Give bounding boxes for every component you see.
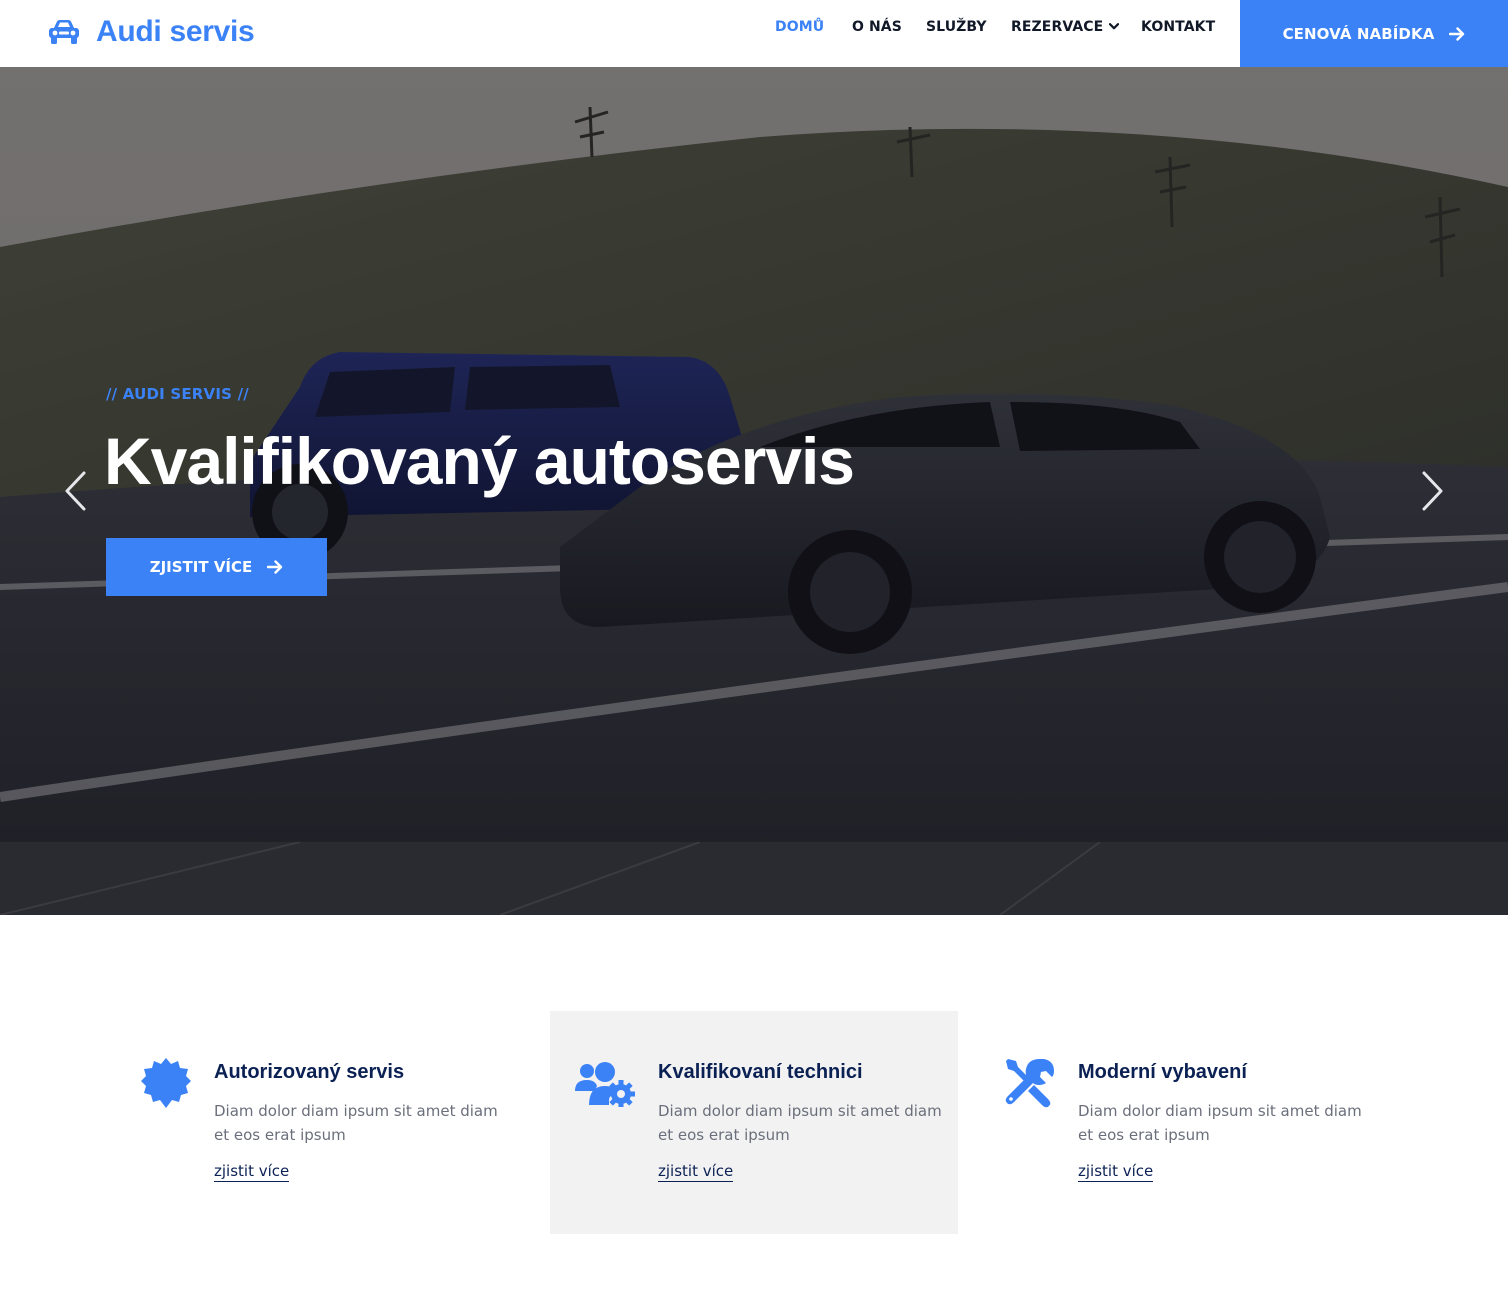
- feature-description: Diam dolor diam ipsum sit amet diam et e…: [658, 1102, 942, 1144]
- feature-card-technicians: Kvalifikovaní technici Diam dolor diam i…: [550, 1011, 958, 1234]
- hero-title: Kvalifikovaný autoservis: [104, 424, 855, 498]
- nav-item-reservation-label: REZERVACE: [1011, 19, 1104, 35]
- chevron-right-icon[interactable]: [1418, 469, 1448, 513]
- price-quote-label: CENOVÁ NABÍDKA: [1282, 24, 1435, 43]
- feature-title: Moderní vybavení: [1078, 1061, 1247, 1083]
- brand-logo-link[interactable]: Audi servis: [47, 12, 255, 52]
- chevron-left-icon[interactable]: [60, 469, 90, 513]
- arrow-right-icon: [1449, 26, 1465, 41]
- feature-description: Diam dolor diam ipsum sit amet diam et e…: [1078, 1102, 1362, 1144]
- features-section: Autorizovaný servis Diam dolor diam ipsu…: [0, 915, 1508, 1304]
- hero-kicker: // AUDI SERVIS //: [106, 385, 249, 403]
- brand-name: Audi servis: [96, 15, 255, 48]
- nav-item-reservation[interactable]: REZERVACE: [1011, 19, 1120, 35]
- feature-learn-more-link[interactable]: zjistit více: [214, 1162, 290, 1182]
- users-gear-icon: [575, 1062, 635, 1107]
- feature-description: Diam dolor diam ipsum sit amet diam et e…: [214, 1102, 498, 1144]
- car-icon: [49, 20, 79, 44]
- badge-icon: [141, 1058, 191, 1108]
- hero-carousel: // AUDI SERVIS // Kvalifikovaný autoserv…: [0, 67, 1508, 915]
- nav-item-contact[interactable]: KONTAKT: [1141, 19, 1215, 35]
- nav-item-services[interactable]: SLUŽBY: [926, 19, 987, 35]
- navbar: Audi servis DOMŮ O NÁS SLUŽBY REZERVACE …: [0, 0, 1508, 67]
- learn-more-button[interactable]: ZJISTIT VÍCE: [106, 538, 327, 596]
- learn-more-label: ZJISTIT VÍCE: [149, 558, 253, 576]
- feature-learn-more-link[interactable]: zjistit více: [658, 1162, 734, 1182]
- feature-title: Kvalifikovaní technici: [658, 1061, 863, 1083]
- feature-card-equipment: Moderní vybavení Diam dolor diam ipsum s…: [1004, 1011, 1412, 1234]
- feature-learn-more-link[interactable]: zjistit více: [1078, 1162, 1154, 1182]
- nav-item-home[interactable]: DOMŮ: [775, 19, 824, 35]
- feature-title: Autorizovaný servis: [214, 1061, 405, 1083]
- feature-card-authorized: Autorizovaný servis Diam dolor diam ipsu…: [138, 1011, 546, 1234]
- nav-item-about[interactable]: O NÁS: [852, 19, 902, 35]
- chevron-down-icon: [1109, 23, 1120, 30]
- arrow-right-icon: [267, 560, 283, 574]
- price-quote-button[interactable]: CENOVÁ NABÍDKA: [1240, 0, 1508, 67]
- tools-icon: [1005, 1059, 1054, 1108]
